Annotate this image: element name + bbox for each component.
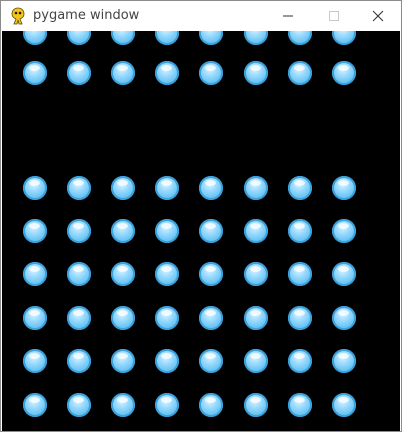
ball-sprite xyxy=(23,219,47,243)
ball-sprite xyxy=(67,306,91,330)
ball-sprite xyxy=(155,61,179,85)
ball-sprite xyxy=(244,306,268,330)
ball-sprite xyxy=(23,61,47,85)
ball-sprite xyxy=(199,262,223,286)
ball-sprite xyxy=(199,393,223,417)
maximize-button[interactable] xyxy=(311,1,357,31)
ball-sprite xyxy=(199,306,223,330)
ball-sprite xyxy=(332,219,356,243)
ball-sprite xyxy=(288,349,312,373)
ball-sprite xyxy=(155,176,179,200)
ball-sprite xyxy=(111,393,135,417)
game-canvas[interactable] xyxy=(2,31,400,431)
ball-sprite xyxy=(111,176,135,200)
ball-sprite xyxy=(288,393,312,417)
ball-sprite xyxy=(332,306,356,330)
ball-sprite xyxy=(23,393,47,417)
ball-sprite xyxy=(288,262,312,286)
ball-sprite xyxy=(67,349,91,373)
ball-sprite xyxy=(111,349,135,373)
ball-sprite xyxy=(244,262,268,286)
ball-sprite xyxy=(23,31,47,45)
ball-sprite xyxy=(155,393,179,417)
ball-sprite xyxy=(332,176,356,200)
ball-sprite xyxy=(111,219,135,243)
minimize-icon xyxy=(283,15,293,17)
ball-sprite xyxy=(155,306,179,330)
ball-sprite xyxy=(67,262,91,286)
ball-sprite xyxy=(199,31,223,45)
ball-sprite xyxy=(23,349,47,373)
close-button[interactable] xyxy=(355,1,401,31)
ball-sprite xyxy=(288,176,312,200)
ball-sprite xyxy=(332,349,356,373)
ball-sprite xyxy=(332,262,356,286)
ball-sprite xyxy=(23,176,47,200)
ball-sprite xyxy=(199,61,223,85)
ball-sprite xyxy=(288,306,312,330)
close-icon xyxy=(372,10,384,22)
pygame-snake-icon xyxy=(9,7,27,25)
ball-sprite xyxy=(199,349,223,373)
ball-sprite xyxy=(288,219,312,243)
ball-sprite xyxy=(332,31,356,45)
minimize-button[interactable] xyxy=(265,1,311,31)
ball-sprite xyxy=(23,306,47,330)
window-title: pygame window xyxy=(33,8,140,23)
ball-sprite xyxy=(244,31,268,45)
ball-sprite xyxy=(199,176,223,200)
ball-sprite xyxy=(244,176,268,200)
ball-sprite xyxy=(288,61,312,85)
ball-sprite xyxy=(332,61,356,85)
ball-sprite xyxy=(111,262,135,286)
ball-sprite xyxy=(155,31,179,45)
ball-sprite xyxy=(332,393,356,417)
ball-sprite xyxy=(111,31,135,45)
ball-sprite xyxy=(67,61,91,85)
ball-sprite xyxy=(199,219,223,243)
pygame-window: pygame window xyxy=(0,0,402,432)
ball-sprite xyxy=(67,219,91,243)
ball-sprite xyxy=(67,31,91,45)
ball-sprite xyxy=(155,349,179,373)
ball-sprite xyxy=(67,393,91,417)
ball-sprite xyxy=(244,219,268,243)
ball-sprite xyxy=(288,31,312,45)
ball-sprite xyxy=(67,176,91,200)
title-bar[interactable]: pygame window xyxy=(1,1,401,31)
ball-sprite xyxy=(111,61,135,85)
ball-sprite xyxy=(111,306,135,330)
ball-sprite xyxy=(155,262,179,286)
ball-sprite xyxy=(23,262,47,286)
maximize-icon xyxy=(329,11,339,21)
ball-sprite xyxy=(155,219,179,243)
ball-sprite xyxy=(244,61,268,85)
ball-sprite xyxy=(244,349,268,373)
ball-sprite xyxy=(244,393,268,417)
